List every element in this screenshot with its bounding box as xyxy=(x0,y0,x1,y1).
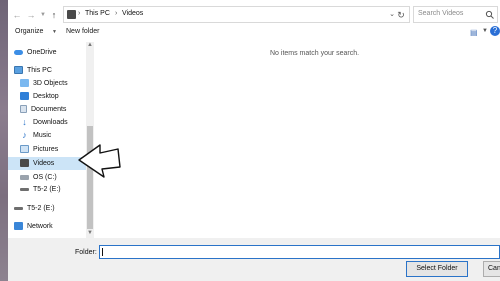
forward-arrow-icon[interactable]: → xyxy=(25,9,37,21)
drive-icon xyxy=(20,174,29,180)
back-arrow-icon[interactable]: ← xyxy=(11,9,23,21)
text-caret xyxy=(102,248,103,256)
breadcrumb-separator-icon: › xyxy=(78,10,81,17)
nav-label: Downloads xyxy=(33,118,68,126)
cancel-button[interactable]: Cancel xyxy=(483,261,500,277)
folder-picker-dialog: ← → ▼ ↑ › This PC › Videos ⌄ ↻ Search Vi… xyxy=(8,0,500,281)
computer-icon xyxy=(14,66,23,74)
new-folder-button[interactable]: New folder xyxy=(66,28,99,35)
usb-drive-icon xyxy=(20,187,29,191)
nav-item-videos[interactable]: Videos xyxy=(20,157,54,169)
nav-label: This PC xyxy=(27,66,52,74)
scroll-down-icon[interactable]: ▼ xyxy=(86,230,94,238)
nav-item-desktop[interactable]: Desktop xyxy=(20,90,59,102)
nav-item-downloads[interactable]: ↓ Downloads xyxy=(20,116,68,128)
search-icon[interactable] xyxy=(485,10,494,19)
nav-label: OS (C:) xyxy=(33,173,57,181)
nav-label: Music xyxy=(33,131,52,139)
nav-item-t5-2-e-root[interactable]: T5-2 (E:) xyxy=(14,202,55,214)
nav-label: 3D Objects xyxy=(33,79,68,87)
nav-item-os-c[interactable]: OS (C:) xyxy=(20,171,57,183)
view-options-chevron-icon[interactable]: ▼ xyxy=(482,28,488,34)
folder-label: Folder: xyxy=(75,249,97,256)
empty-results-message: No items match your search. xyxy=(270,50,360,57)
nav-item-music[interactable]: ♪ Music xyxy=(20,129,51,141)
usb-drive-icon xyxy=(14,206,23,210)
folder-input[interactable] xyxy=(99,245,500,259)
search-placeholder: Search Videos xyxy=(418,10,464,17)
nav-label: Documents xyxy=(31,105,67,113)
select-folder-button[interactable]: Select Folder xyxy=(406,261,468,277)
videos-film-icon xyxy=(20,159,29,167)
nav-item-3d-objects[interactable]: 3D Objects xyxy=(20,77,68,89)
nav-item-network[interactable]: Network xyxy=(14,220,53,232)
navigation-bar: ← → ▼ ↑ › This PC › Videos ⌄ ↻ Search Vi… xyxy=(8,0,500,30)
nav-item-t5-2-e[interactable]: T5-2 (E:) xyxy=(20,183,61,195)
nav-label: Videos xyxy=(33,159,55,167)
nav-label: Pictures xyxy=(33,145,59,153)
organize-menu[interactable]: Organize xyxy=(15,28,43,35)
organize-chevron-icon[interactable]: ▼ xyxy=(52,29,57,35)
nav-label: OneDrive xyxy=(27,48,57,56)
network-icon xyxy=(14,222,23,230)
help-icon[interactable]: ? xyxy=(490,26,500,36)
search-box[interactable]: Search Videos xyxy=(413,6,498,23)
breadcrumb-this-pc[interactable]: This PC xyxy=(85,10,110,17)
breadcrumb-videos[interactable]: Videos xyxy=(122,10,143,17)
nav-label: T5-2 (E:) xyxy=(33,185,61,193)
nav-label: Desktop xyxy=(33,92,59,100)
music-note-icon: ♪ xyxy=(22,130,27,140)
scroll-up-icon[interactable]: ▲ xyxy=(86,42,94,50)
pictures-icon xyxy=(20,145,29,153)
breadcrumb-separator-icon: › xyxy=(115,10,118,17)
up-arrow-icon[interactable]: ↑ xyxy=(48,9,60,21)
address-bar[interactable]: › This PC › Videos ⌄ ↻ xyxy=(63,6,410,23)
onedrive-cloud-icon xyxy=(14,49,23,55)
nav-item-this-pc[interactable]: This PC xyxy=(14,64,52,76)
refresh-icon[interactable]: ↻ xyxy=(395,9,407,21)
nav-item-documents[interactable]: Documents xyxy=(20,103,66,115)
nav-item-onedrive[interactable]: OneDrive xyxy=(14,46,57,58)
pc-location-icon xyxy=(67,10,76,19)
nav-label: T5-2 (E:) xyxy=(27,204,55,212)
annotation-arrow-icon xyxy=(78,144,121,178)
nav-item-pictures[interactable]: Pictures xyxy=(20,143,58,155)
desktop-background-strip xyxy=(0,0,8,281)
desktop-folder-icon xyxy=(20,92,29,100)
view-options-icon[interactable]: ▤ xyxy=(470,28,478,37)
cube-icon xyxy=(20,79,29,87)
documents-icon xyxy=(20,105,27,113)
download-arrow-icon: ↓ xyxy=(22,117,27,127)
nav-label: Network xyxy=(27,222,53,230)
